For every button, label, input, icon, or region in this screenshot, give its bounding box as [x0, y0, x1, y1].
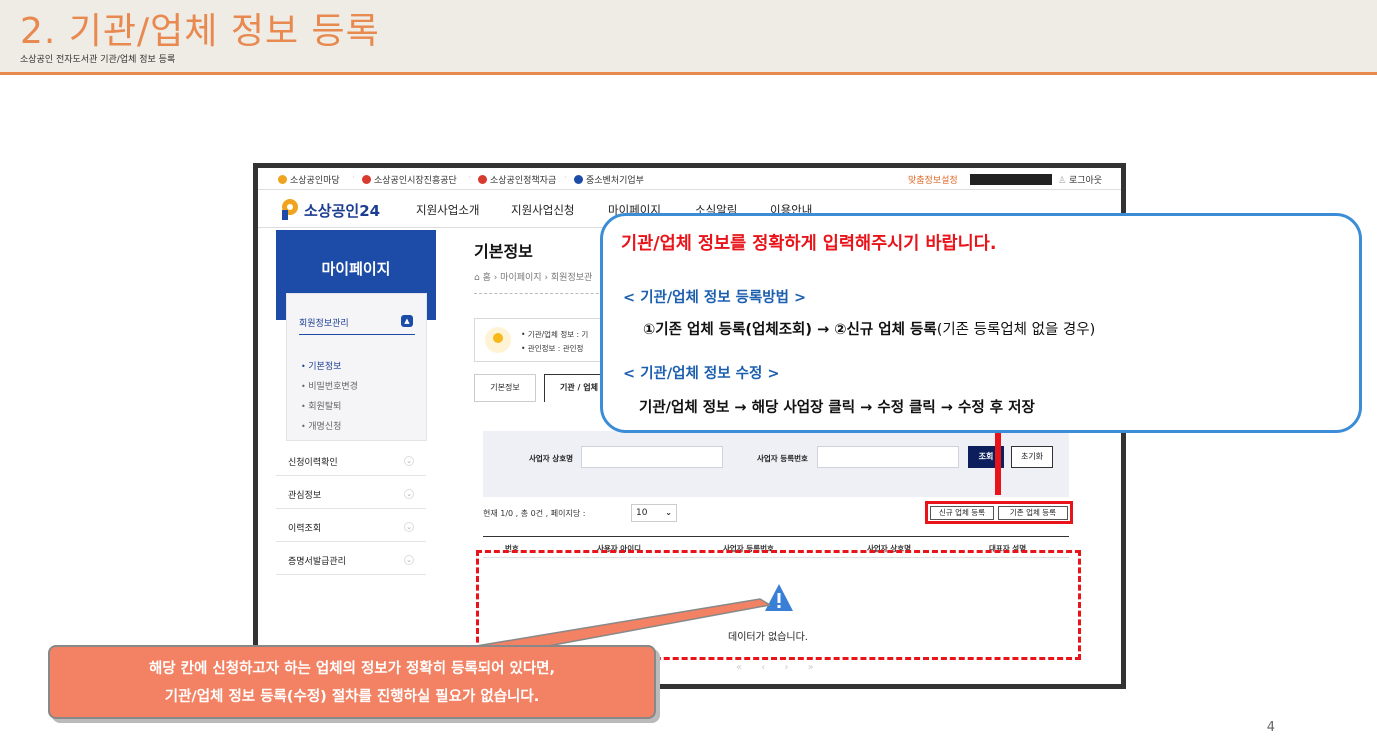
- callout-section-edit: < 기관/업체 정보 수정 >: [623, 366, 780, 382]
- sidebar-title: 마이페이지: [321, 260, 391, 278]
- list-status: 현재 1/0 , 총 0건 , 페이지당 :: [483, 509, 586, 518]
- pagination[interactable]: « ‹ › »: [736, 662, 822, 673]
- site-icon: [574, 175, 583, 184]
- chevron-down-icon: ⌄: [404, 489, 414, 499]
- sidebar-section-member[interactable]: 회원정보관리: [299, 316, 349, 329]
- slide-title: 2. 기관/업체 정보 등록: [20, 11, 380, 52]
- sidebar-item-password[interactable]: • 비밀번호변경: [301, 379, 358, 392]
- notice-line: • 관인정보 : 관인정: [521, 344, 584, 353]
- tab-basic[interactable]: 기본정보: [474, 374, 536, 402]
- existing-company-button[interactable]: 기존 업체 등록: [998, 506, 1068, 520]
- logo-text: 소상공인24: [304, 202, 381, 220]
- chevron-down-icon: ⌄: [404, 555, 414, 565]
- lightbulb-icon: [485, 327, 511, 353]
- sidebar-panel: 회원정보관리 ▲ • 기본정보 • 비밀번호변경 • 회원탈퇴 • 개명신청: [286, 293, 427, 441]
- new-company-button[interactable]: 신규 업체 등록: [930, 506, 994, 520]
- callout-heading: 기관/업체 정보를 정확하게 입력해주시기 바랍니다.: [621, 234, 997, 254]
- gnb-item-apply[interactable]: 지원사업신청: [511, 202, 574, 218]
- sidebar-menu-certificate[interactable]: 증명서발급관리 ⌄: [276, 543, 426, 575]
- site-icon: [362, 175, 371, 184]
- site-icon: [278, 175, 287, 184]
- sidebar-item-basic[interactable]: • 기본정보: [301, 359, 341, 372]
- slide-header: 2. 기관/업체 정보 등록 소상공인 전자도서관 기관/업체 정보 등록: [0, 0, 1377, 75]
- top-utility-bar: 소상공인마당 · 소상공인시장진흥공단 · 소상공인정책자금 · 중소벤처기업부…: [258, 168, 1121, 190]
- biz-no-label: 사업자 등록번호: [757, 454, 808, 463]
- sidebar-menu-interest[interactable]: 관심정보 ⌄: [276, 477, 426, 509]
- topbar-link-1[interactable]: 소상공인시장진흥공단: [362, 173, 457, 186]
- instruction-callout: 기관/업체 정보를 정확하게 입력해주시기 바랍니다. < 기관/업체 정보 등…: [600, 213, 1362, 433]
- sidebar-item-withdraw[interactable]: • 회원탈퇴: [301, 399, 341, 412]
- topbar-link-0[interactable]: 소상공인마당: [278, 173, 340, 186]
- note-line-1: 해당 칸에 신청하고자 하는 업체의 정보가 정확히 등록되어 있다면,: [148, 661, 556, 677]
- home-icon[interactable]: ⌂: [474, 273, 483, 283]
- collapse-icon[interactable]: ▲: [401, 315, 413, 327]
- biz-name-input[interactable]: [581, 446, 723, 468]
- biz-no-input[interactable]: [817, 446, 959, 468]
- site-icon: [478, 175, 487, 184]
- redacted-user: [970, 174, 1052, 185]
- gnb-item-intro[interactable]: 지원사업소개: [416, 202, 479, 218]
- chevron-down-icon: ⌄: [404, 522, 414, 532]
- topbar-link-2[interactable]: 소상공인정책자금: [478, 173, 556, 186]
- page-number: 4: [1266, 720, 1275, 735]
- sidebar-item-rename[interactable]: • 개명신청: [301, 419, 341, 432]
- logo-icon: [282, 199, 298, 220]
- chevron-down-icon: ⌄: [404, 456, 414, 466]
- register-buttons-highlight: 신규 업체 등록 기존 업체 등록: [925, 501, 1073, 524]
- per-page-select[interactable]: 10 ⌄: [631, 504, 677, 522]
- topbar-link-3[interactable]: 중소벤처기업부: [574, 173, 644, 186]
- note-line-2: 기관/업체 정보 등록(수정) 절차를 진행하실 필요가 없습니다.: [164, 689, 540, 705]
- fit-setting-link[interactable]: 맞춤정보설정: [908, 173, 958, 186]
- logout-link[interactable]: ♙ 로그아웃: [1058, 173, 1102, 186]
- sidebar-menu-lookup[interactable]: 이력조회 ⌄: [276, 510, 426, 542]
- biz-name-label: 사업자 상호명: [529, 454, 574, 463]
- note-callout: 해당 칸에 신청하고자 하는 업체의 정보가 정확히 등록되어 있다면, 기관/…: [48, 645, 656, 719]
- page-title: 기본정보: [474, 242, 533, 261]
- notice-line: • 기관/업체 정보 : 기: [521, 330, 589, 339]
- slide-subtitle: 소상공인 전자도서관 기관/업체 정보 등록: [20, 55, 176, 65]
- callout-register-steps: ①기존 업체 등록(업체조회) → ②신규 업체 등록(기존 등록업체 없을 경…: [643, 322, 1096, 338]
- callout-section-register: < 기관/업체 정보 등록방법 >: [623, 290, 807, 306]
- breadcrumb: ⌂ 홈 › 마이페이지 › 회원정보관: [474, 273, 593, 283]
- chevron-down-icon: ⌄: [665, 508, 672, 517]
- callout-edit-steps: 기관/업체 정보 → 해당 사업장 클릭 → 수정 클릭 → 수정 후 저장: [639, 400, 1035, 416]
- search-panel: 사업자 상호명 사업자 등록번호 조회 초기화: [483, 431, 1069, 497]
- user-icon: ♙: [1058, 176, 1069, 186]
- notice-box: • 기관/업체 정보 : 기 • 관인정보 : 관인정: [474, 318, 604, 362]
- reset-button[interactable]: 초기화: [1011, 446, 1053, 468]
- sidebar-menu-history[interactable]: 신청이력확인 ⌄: [276, 444, 426, 476]
